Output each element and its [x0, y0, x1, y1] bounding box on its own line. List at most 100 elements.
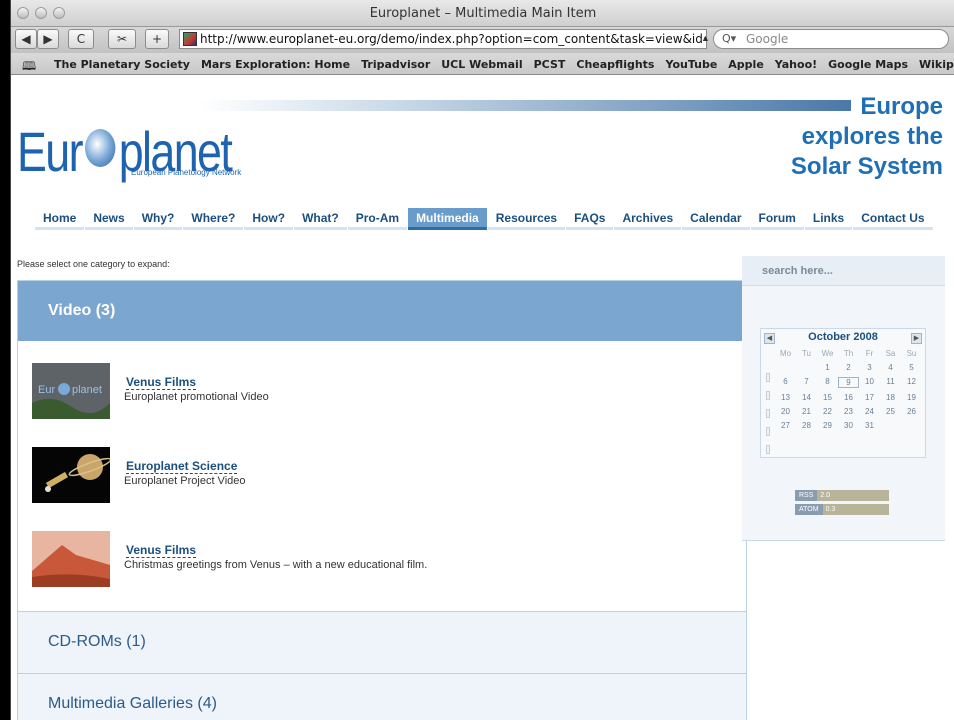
- calendar-day[interactable]: 10: [859, 377, 880, 388]
- calendar-day[interactable]: 12: [901, 377, 922, 388]
- sidebar-search-input[interactable]: search here...: [742, 256, 945, 286]
- calendar-day[interactable]: 5: [901, 363, 922, 372]
- week-marker[interactable]: [766, 427, 770, 436]
- window-title: Europlanet – Multimedia Main Item: [369, 6, 597, 21]
- nav-item-pro-am[interactable]: Pro-Am: [347, 208, 408, 230]
- calendar-day[interactable]: 21: [796, 407, 817, 416]
- calendar-day[interactable]: 23: [838, 407, 859, 416]
- media-item: Venus Films Christmas greetings from Ven…: [32, 531, 732, 591]
- nav-item-faqs[interactable]: FAQs: [566, 208, 614, 230]
- item-title[interactable]: Venus Films: [126, 375, 197, 390]
- bookmark-link[interactable]: YouTube: [665, 58, 717, 71]
- favicon-icon: [183, 32, 197, 46]
- address-dropdown-icon[interactable]: ▲: [701, 33, 710, 43]
- calendar-day[interactable]: 25: [880, 407, 901, 416]
- calendar-day[interactable]: 2: [838, 363, 859, 372]
- nav-item-news[interactable]: News: [85, 208, 133, 230]
- week-marker[interactable]: [766, 409, 770, 418]
- nav-item-contact-us[interactable]: Contact Us: [853, 208, 933, 230]
- bookmark-link[interactable]: UCL Webmail: [441, 58, 522, 71]
- nav-item-why[interactable]: Why?: [133, 208, 183, 230]
- calendar-day[interactable]: 6: [775, 377, 796, 388]
- venus-surface-thumbnail[interactable]: [32, 531, 110, 587]
- calendar-day[interactable]: 1: [817, 363, 838, 372]
- calendar-day[interactable]: 7: [796, 377, 817, 388]
- forward-button[interactable]: ▶: [37, 29, 59, 49]
- calendar-day[interactable]: 27: [775, 421, 796, 430]
- tagline-line-3: Solar System: [790, 153, 943, 180]
- rss-feed-badge[interactable]: RSS 2.0: [795, 490, 889, 501]
- nav-item-resources[interactable]: Resources: [487, 208, 566, 230]
- nav-item-what[interactable]: What?: [294, 208, 347, 230]
- bookmark-link[interactable]: Cheapflights: [576, 58, 654, 71]
- item-title[interactable]: Europlanet Science: [126, 459, 238, 474]
- calendar-next-icon[interactable]: ▶: [911, 333, 922, 344]
- snapback-button[interactable]: ✂: [108, 29, 136, 49]
- search-field[interactable]: Q▾ Google: [713, 29, 949, 49]
- calendar-day: [880, 421, 901, 430]
- nav-item-forum[interactable]: Forum: [750, 208, 804, 230]
- calendar-day[interactable]: 30: [838, 421, 859, 430]
- add-bookmark-button[interactable]: +: [145, 29, 169, 49]
- calendar-day[interactable]: 17: [859, 393, 880, 402]
- nav-item-how[interactable]: How?: [244, 208, 294, 230]
- calendar-day[interactable]: 3: [859, 363, 880, 372]
- calendar-day[interactable]: 8: [817, 377, 838, 388]
- calendar-day[interactable]: 20: [775, 407, 796, 416]
- bookmark-link[interactable]: Wikipedia: [919, 58, 954, 71]
- calendar-day[interactable]: 28: [796, 421, 817, 430]
- atom-feed-badge[interactable]: ATOM 0.3: [795, 504, 889, 515]
- bookmarks-book-icon[interactable]: 🕮: [22, 57, 36, 78]
- calendar-day[interactable]: 9: [838, 377, 859, 388]
- calendar-day-header: Mo: [779, 349, 792, 358]
- multimedia-panel: Video (3) Eur planet Venus Films Europla…: [17, 280, 747, 720]
- address-url: http://www.europlanet-eu.org/demo/index.…: [200, 32, 707, 46]
- calendar-day[interactable]: 22: [817, 407, 838, 416]
- europlanet-science-thumbnail[interactable]: [32, 447, 110, 503]
- nav-item-home[interactable]: Home: [35, 208, 85, 230]
- calendar-day-header: Th: [843, 349, 854, 358]
- nav-item-multimedia[interactable]: Multimedia: [408, 208, 487, 230]
- nav-item-archives[interactable]: Archives: [614, 208, 682, 230]
- bookmark-link[interactable]: Yahoo!: [775, 58, 817, 71]
- calendar-day[interactable]: 29: [817, 421, 838, 430]
- category-cd-roms[interactable]: CD-ROMs (1): [18, 611, 746, 673]
- nav-item-calendar[interactable]: Calendar: [682, 208, 750, 230]
- bookmark-link[interactable]: Apple: [728, 58, 764, 71]
- calendar-day[interactable]: 18: [880, 393, 901, 402]
- calendar-day[interactable]: 16: [838, 393, 859, 402]
- address-bar[interactable]: http://www.europlanet-eu.org/demo/index.…: [179, 29, 707, 49]
- calendar-day[interactable]: 15: [817, 393, 838, 402]
- bookmark-link[interactable]: The Planetary Society: [54, 58, 190, 71]
- category-multimedia-galleries[interactable]: Multimedia Galleries (4): [18, 673, 746, 720]
- nav-item-links[interactable]: Links: [804, 208, 853, 230]
- calendar-day[interactable]: 19: [901, 393, 922, 402]
- item-title[interactable]: Venus Films: [126, 543, 197, 558]
- venus-films-thumbnail[interactable]: Eur planet: [32, 363, 110, 419]
- calendar-day[interactable]: 13: [775, 393, 796, 402]
- calendar-day[interactable]: 4: [880, 363, 901, 372]
- logo-subtitle: European Planetology Network: [131, 168, 242, 177]
- bookmark-link[interactable]: PCST: [534, 58, 566, 71]
- bookmark-link[interactable]: Tripadvisor: [361, 58, 430, 71]
- week-marker[interactable]: [766, 391, 770, 400]
- bookmark-link[interactable]: Mars Exploration: Home: [201, 58, 350, 71]
- week-marker[interactable]: [766, 373, 770, 382]
- calendar-day[interactable]: 11: [880, 377, 901, 388]
- snapback-icon: ✂: [116, 32, 128, 46]
- calendar-day[interactable]: 26: [901, 407, 922, 416]
- reload-button[interactable]: C: [68, 29, 94, 49]
- calendar-day[interactable]: 31: [859, 421, 880, 430]
- globe-icon: [85, 129, 116, 167]
- calendar-day[interactable]: 14: [796, 393, 817, 402]
- calendar-day[interactable]: 24: [859, 407, 880, 416]
- video-category-header[interactable]: Video (3): [18, 281, 746, 341]
- bookmark-link[interactable]: Google Maps: [828, 58, 908, 71]
- calendar-day-header: Fr: [865, 349, 874, 358]
- sidebar: search here... ◀ October 2008 ▶ Mo Tu We Th…: [742, 256, 945, 541]
- title-bar: Europlanet – Multimedia Main Item: [11, 0, 954, 27]
- back-button[interactable]: ◀: [15, 29, 37, 49]
- nav-item-where[interactable]: Where?: [183, 208, 244, 230]
- tagline-line-2: explores the: [801, 123, 943, 150]
- week-marker[interactable]: [766, 445, 770, 454]
